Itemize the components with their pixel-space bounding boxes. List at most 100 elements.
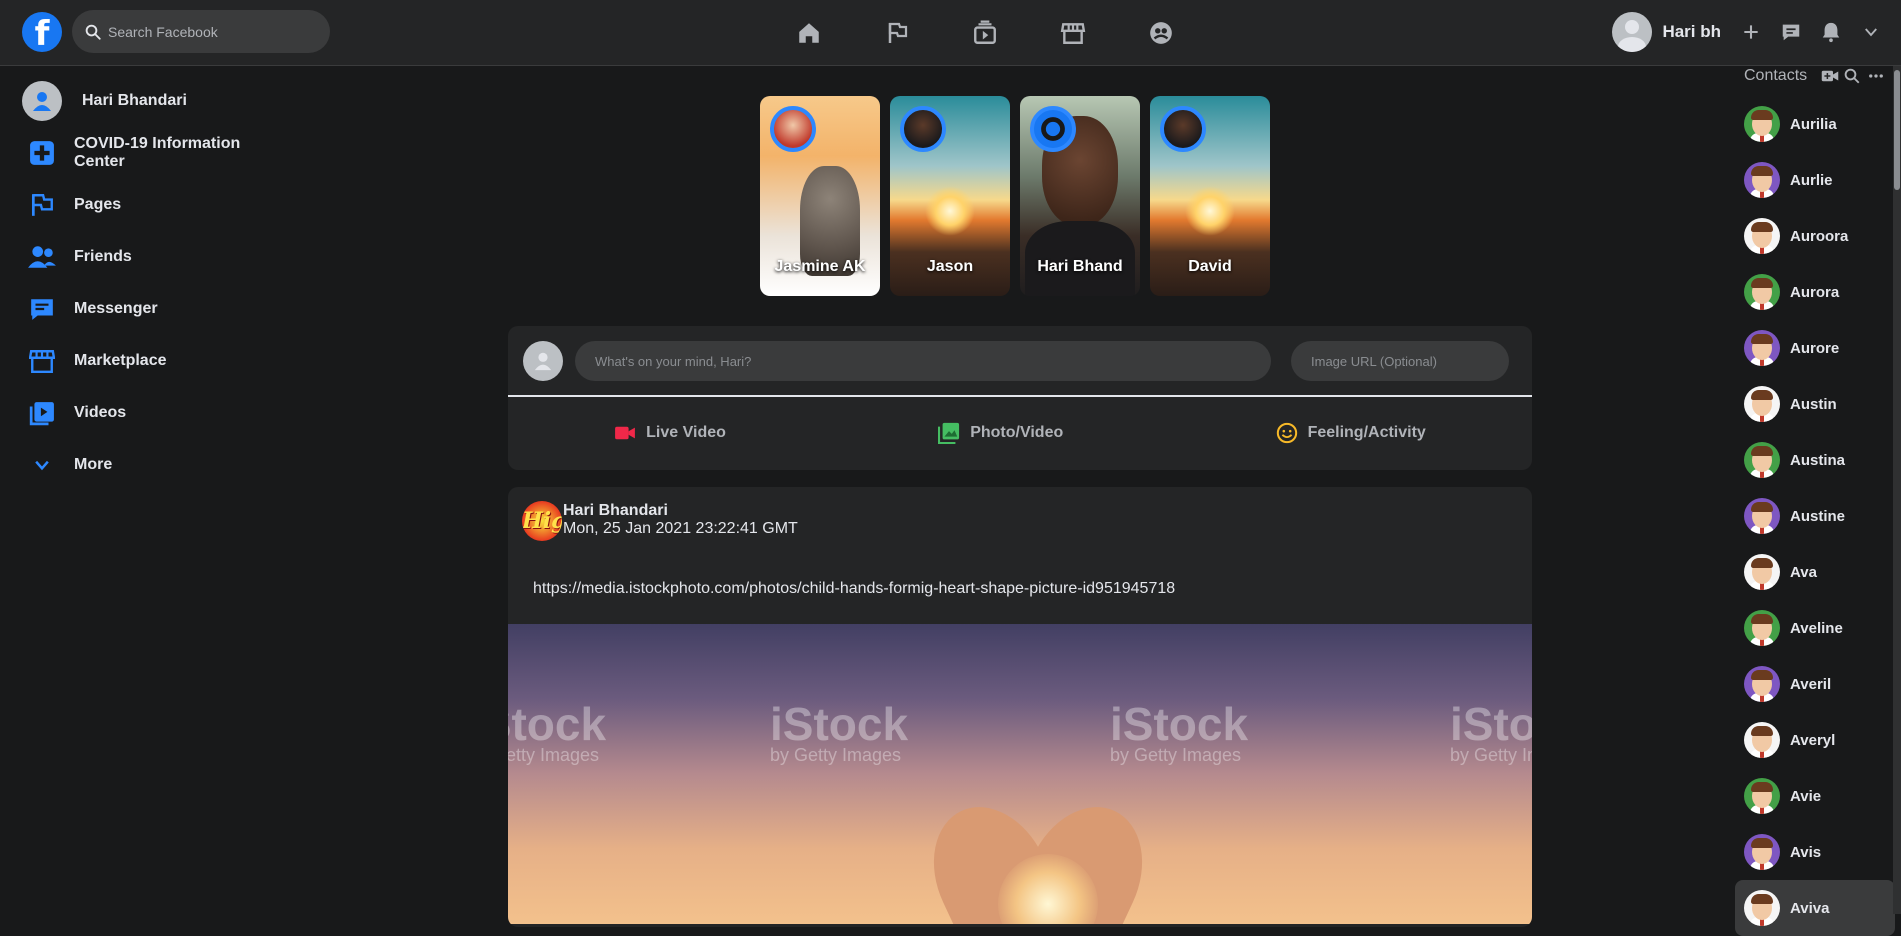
contacts-panel: Contacts Aurilia Aurlie Auroora Aurora Auror… xyxy=(1735,66,1901,936)
user-icon xyxy=(1041,117,1065,141)
sidebar-item-friends[interactable]: Friends xyxy=(0,231,300,283)
contact-item[interactable]: Austine xyxy=(1735,488,1895,544)
live-video-label: Live Video xyxy=(646,424,726,441)
marketplace-icon xyxy=(1060,23,1086,44)
watermark-sub: by Getty Images xyxy=(1450,745,1532,765)
contact-avatar xyxy=(1744,106,1780,142)
nav-pages[interactable] xyxy=(853,14,941,52)
sidebar-profile[interactable]: Hari Bhandari xyxy=(0,75,300,127)
user-avatar[interactable] xyxy=(1612,12,1653,52)
contact-name: Austin xyxy=(1790,395,1837,413)
nav-marketplace[interactable] xyxy=(1029,14,1117,52)
nav-home[interactable] xyxy=(765,14,853,52)
contact-item[interactable]: Aurilia xyxy=(1735,96,1895,152)
composer-input-row xyxy=(523,341,1509,381)
watermark-brand: iStock xyxy=(1450,698,1532,750)
sidebar-item-pages[interactable]: Pages xyxy=(0,179,300,231)
contacts-header: Contacts xyxy=(1744,66,1894,86)
contact-avatar xyxy=(1744,722,1780,758)
contact-item[interactable]: Averil xyxy=(1735,656,1895,712)
sidebar-item-label: More xyxy=(74,456,113,473)
contact-avatar xyxy=(1744,498,1780,534)
story-name: David xyxy=(1188,258,1232,275)
contact-avatar xyxy=(1744,554,1780,590)
post-author-name[interactable]: Hari Bhandari xyxy=(563,502,668,520)
contact-item[interactable]: Auroora xyxy=(1735,208,1895,264)
contact-avatar xyxy=(1744,330,1780,366)
scrollbar-thumb[interactable] xyxy=(1894,70,1900,190)
contact-item[interactable]: Austin xyxy=(1735,376,1895,432)
contact-item[interactable]: Ava xyxy=(1735,544,1895,600)
contact-name: Aurlie xyxy=(1790,171,1833,189)
contact-avatar xyxy=(1744,890,1780,926)
contact-name: Averyl xyxy=(1790,731,1836,749)
story-card[interactable]: Jason xyxy=(890,96,1010,296)
contact-avatar xyxy=(1744,386,1780,422)
notifications-button[interactable] xyxy=(1811,12,1851,52)
feeling-activity-button[interactable]: Feeling/Activity xyxy=(1276,422,1426,444)
search-box[interactable] xyxy=(72,10,330,53)
composer-divider xyxy=(508,395,1532,397)
facebook-logo[interactable]: f xyxy=(22,12,62,54)
contact-item[interactable]: Austina xyxy=(1735,432,1895,488)
search-icon[interactable] xyxy=(1843,67,1861,85)
post-text: https://media.istockphoto.com/photos/chi… xyxy=(533,580,1176,597)
watermark-sub: by Getty Images xyxy=(508,745,600,765)
contact-avatar xyxy=(1744,274,1780,310)
chevron-down-icon xyxy=(22,445,62,485)
sidebar-item-label: Marketplace xyxy=(74,352,167,369)
account-menu-button[interactable] xyxy=(1851,12,1891,52)
image-url-input[interactable] xyxy=(1291,341,1509,381)
messenger-icon xyxy=(1782,24,1800,41)
home-icon xyxy=(799,23,819,43)
story-card[interactable]: Jasmine AK xyxy=(760,96,880,296)
sidebar-item-label: Messenger xyxy=(74,300,158,317)
contact-name: Aurore xyxy=(1790,339,1840,357)
watermark: iStockby Getty Images xyxy=(508,701,606,766)
nav-groups[interactable] xyxy=(1117,14,1205,52)
contact-item[interactable]: Aurore xyxy=(1735,320,1895,376)
nav-watch[interactable] xyxy=(941,14,1029,52)
contact-avatar xyxy=(1744,442,1780,478)
contact-item[interactable]: Aurora xyxy=(1735,264,1895,320)
photo-video-button[interactable]: Photo/Video xyxy=(938,422,1063,444)
sidebar-item-marketplace[interactable]: Marketplace xyxy=(0,335,300,387)
contact-name: Ava xyxy=(1790,563,1817,581)
contact-item[interactable]: Avis xyxy=(1735,824,1895,880)
sidebar-item-videos[interactable]: Videos xyxy=(0,387,300,439)
contact-item[interactable]: Aurlie xyxy=(1735,152,1895,208)
sidebar-item-more[interactable]: More xyxy=(0,439,300,491)
status-input[interactable] xyxy=(575,341,1271,381)
contact-avatar xyxy=(1744,834,1780,870)
search-input[interactable] xyxy=(108,23,308,40)
contact-name: Austina xyxy=(1790,451,1846,469)
store-icon xyxy=(22,341,62,381)
photo-video-label: Photo/Video xyxy=(970,424,1064,441)
live-video-button[interactable]: Live Video xyxy=(614,424,726,442)
story-image xyxy=(925,186,975,236)
post-image[interactable]: iStockby Getty Images iStockby Getty Ima… xyxy=(508,624,1532,924)
story-card[interactable]: Hari Bhand xyxy=(1020,96,1140,296)
contact-item[interactable]: Aveline xyxy=(1735,600,1895,656)
photo-icon xyxy=(938,422,960,444)
scrollbar-track[interactable] xyxy=(1893,66,1901,914)
watermark: iStockby Getty Images xyxy=(1110,701,1248,766)
contacts-list: Aurilia Aurlie Auroora Aurora Aurore Austin Au… xyxy=(1735,96,1895,936)
new-room-icon[interactable] xyxy=(1821,69,1839,83)
contacts-title: Contacts xyxy=(1744,67,1808,84)
contact-item[interactable]: Averyl xyxy=(1735,712,1895,768)
more-options-icon[interactable] xyxy=(1867,67,1885,85)
post-author-avatar[interactable]: High xyxy=(522,501,562,541)
story-image xyxy=(1185,186,1235,236)
sidebar-item-messenger[interactable]: Messenger xyxy=(0,283,300,335)
user-name[interactable]: Hari bh xyxy=(1662,22,1721,42)
contact-item[interactable]: Avie xyxy=(1735,768,1895,824)
story-card[interactable]: David xyxy=(1150,96,1270,296)
watermark-sub: by Getty Images xyxy=(770,745,902,765)
contact-name: Averil xyxy=(1790,675,1832,693)
create-button[interactable] xyxy=(1731,12,1771,52)
composer-actions: Live Video Photo/Video Feeling/Activity xyxy=(508,408,1532,458)
messenger-button[interactable] xyxy=(1771,12,1811,52)
contact-item[interactable]: Aviva xyxy=(1735,880,1895,936)
sidebar-item-covid[interactable]: COVID-19 Information Center xyxy=(0,127,300,179)
